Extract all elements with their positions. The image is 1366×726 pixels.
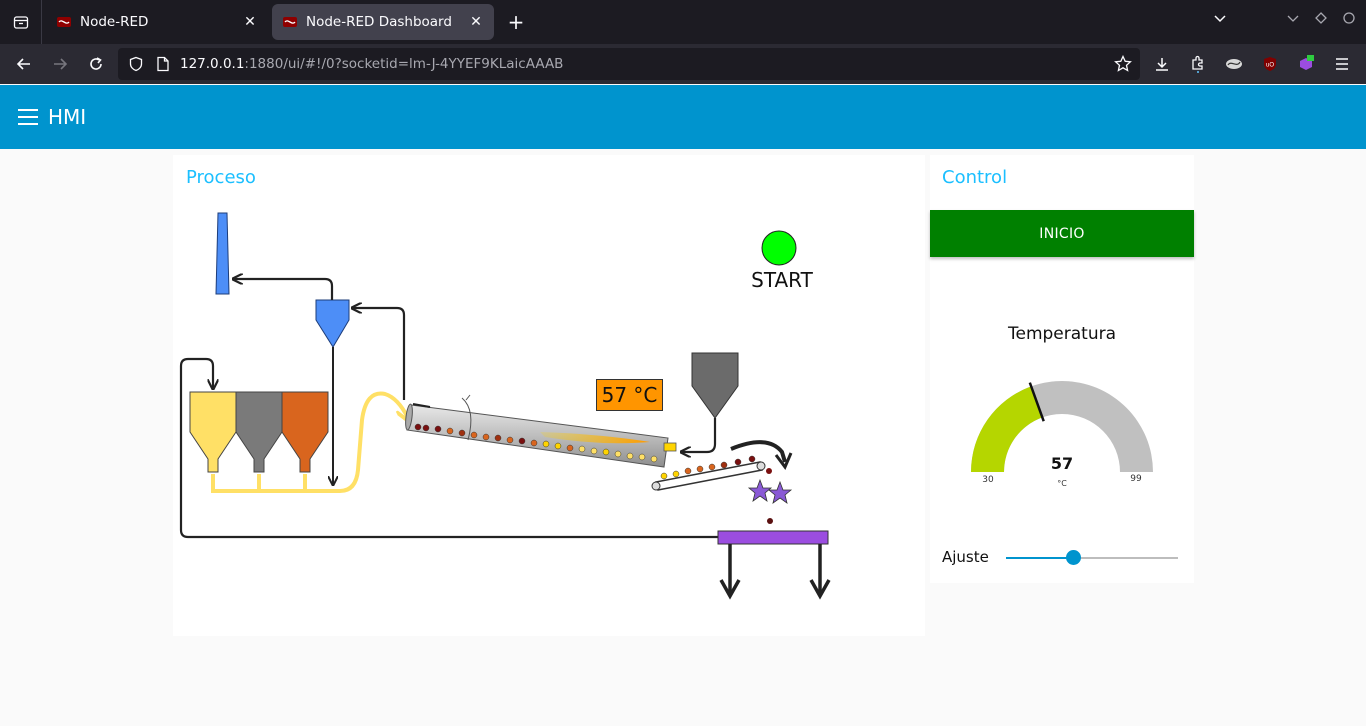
- start-label: START: [751, 268, 813, 292]
- dashboard-toolbar: HMI: [0, 85, 1366, 149]
- extensions-icon[interactable]: [1184, 50, 1212, 78]
- back-icon[interactable]: [10, 50, 38, 78]
- tab-node-red-dashboard[interactable]: Node-RED Dashboard ✕: [272, 4, 494, 40]
- inicio-button[interactable]: INICIO: [930, 210, 1194, 257]
- url-host: 127.0.0.1: [180, 56, 245, 72]
- fuel-hopper: [682, 352, 739, 452]
- page-icon[interactable]: [156, 56, 170, 72]
- cyclone-filter: [315, 299, 350, 348]
- maximize-icon[interactable]: [1314, 10, 1328, 30]
- dashboard-title: HMI: [48, 105, 87, 129]
- gauge-max-label: 99: [1130, 474, 1142, 484]
- slider-thumb[interactable]: [1065, 550, 1081, 565]
- browser-nav-bar: 127.0.0.1:1880/ui/#!/0?socketid=lm-J-4YY…: [0, 44, 1366, 84]
- gauge-value: 57: [1050, 454, 1074, 473]
- ublock-icon[interactable]: uO: [1256, 50, 1284, 78]
- close-tab-icon[interactable]: ✕: [468, 14, 484, 30]
- close-tab-icon[interactable]: ✕: [242, 14, 258, 30]
- silos: [189, 391, 329, 473]
- start-indicator-light: [761, 230, 797, 266]
- bookmark-star-icon[interactable]: [1114, 55, 1132, 73]
- tab-title: Node-RED: [80, 14, 149, 30]
- sidenav-menu-icon[interactable]: [18, 109, 38, 125]
- minimize-icon[interactable]: [1286, 10, 1300, 30]
- kiln-temperature-badge: 57 °C: [596, 379, 663, 411]
- chimney: [215, 212, 230, 295]
- new-tab-icon[interactable]: +: [504, 10, 528, 34]
- extension-cube-icon[interactable]: [1292, 50, 1320, 78]
- process-diagram: [179, 212, 831, 600]
- hamburger-menu-icon[interactable]: [1328, 50, 1356, 78]
- node-red-favicon-icon: [283, 17, 297, 27]
- close-window-icon[interactable]: [1342, 10, 1356, 30]
- url-bar[interactable]: 127.0.0.1:1880/ui/#!/0?socketid=lm-J-4YY…: [118, 48, 1140, 80]
- tab-title: Node-RED Dashboard: [306, 14, 452, 30]
- url-path: :1880/ui/#!/0?socketid=lm-J-4YYEF9KLaicA…: [244, 56, 564, 72]
- forward-icon[interactable]: [46, 50, 74, 78]
- reload-icon[interactable]: [82, 50, 110, 78]
- list-all-tabs-icon[interactable]: [1212, 10, 1228, 30]
- gauge-unit: °C: [1057, 479, 1067, 488]
- browser-tab-bar: Node-RED ✕ Node-RED Dashboard ✕ +: [0, 0, 1366, 44]
- gas-to-chimney-line: [234, 279, 334, 300]
- kiln-gas-line: [353, 308, 406, 400]
- extension-tab-icon[interactable]: [1220, 50, 1248, 78]
- output-conveyor: [717, 530, 831, 600]
- slider-track[interactable]: [1006, 550, 1178, 565]
- control-card-title: Control: [942, 167, 1008, 188]
- slider-label: Ajuste: [942, 548, 989, 566]
- svg-text:uO: uO: [1266, 63, 1274, 69]
- slider-fill: [1006, 557, 1074, 559]
- node-red-favicon-icon: [57, 17, 71, 27]
- shield-icon[interactable]: [128, 56, 144, 72]
- crusher: [747, 468, 793, 524]
- url-text[interactable]: 127.0.0.1:1880/ui/#!/0?socketid=lm-J-4YY…: [180, 56, 563, 72]
- tab-node-red[interactable]: Node-RED ✕: [46, 4, 268, 40]
- gauge-min-label: 30: [982, 475, 994, 485]
- gauge-title: Temperatura: [1007, 324, 1117, 344]
- downloads-icon[interactable]: [1148, 50, 1176, 78]
- tab-list-icon[interactable]: [0, 0, 42, 44]
